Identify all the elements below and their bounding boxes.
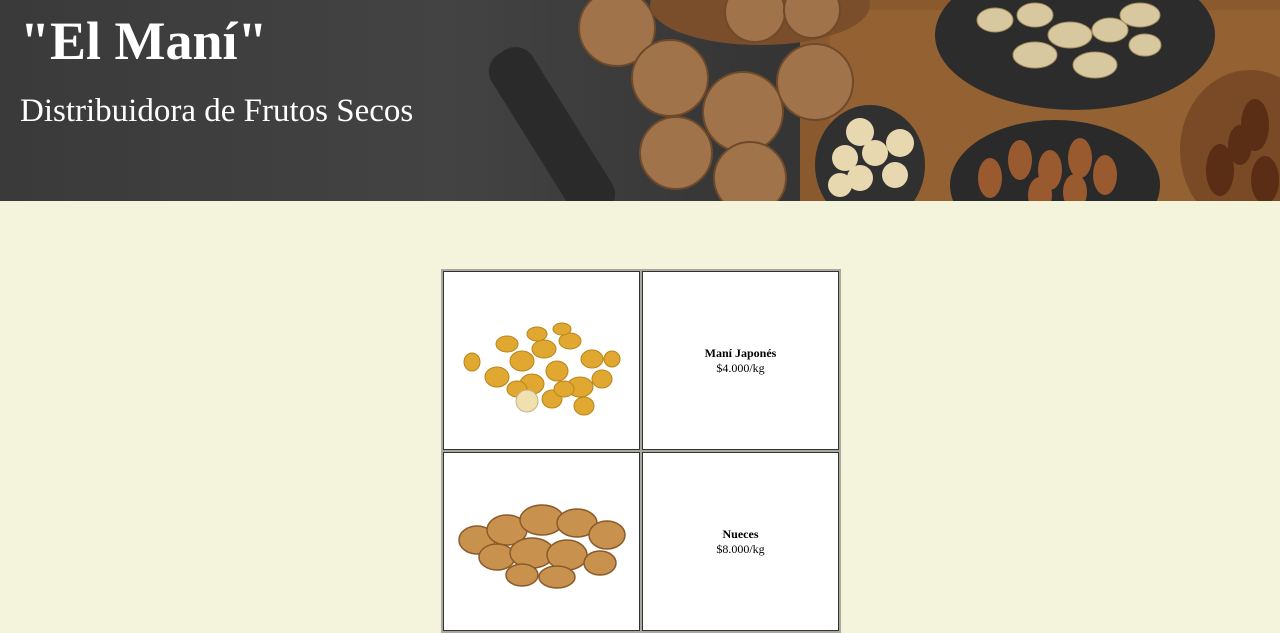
product-price: $4.000/kg [716,360,765,375]
header-banner: "El Maní" Distribuidora de Frutos Secos [0,0,1280,201]
japanese-peanuts-image [463,322,620,415]
product-table: Maní Japonés $4.000/kg Nueces $8.000/kg [441,269,841,633]
table-row: Nueces $8.000/kg [443,452,839,631]
walnuts-image [457,503,626,589]
table-row: Maní Japonés $4.000/kg [443,271,839,450]
product-price: $8.000/kg [716,541,765,556]
product-image-cell [443,452,640,631]
page-title: "El Maní" [20,11,268,71]
product-name: Maní Japonés [704,345,777,360]
product-image-cell [443,271,640,450]
product-info-cell: Nueces $8.000/kg [642,452,839,631]
product-name: Nueces [722,526,759,541]
product-info-cell: Maní Japonés $4.000/kg [642,271,839,450]
page-subtitle: Distribuidora de Frutos Secos [20,93,414,129]
